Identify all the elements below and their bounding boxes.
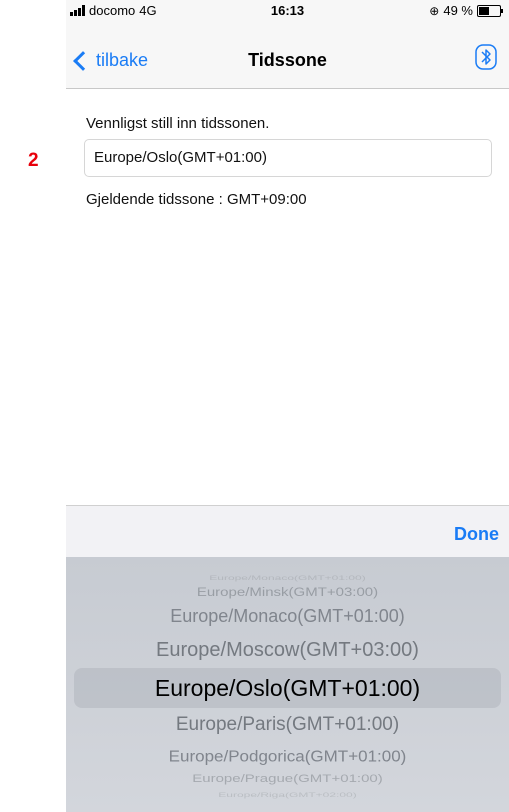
timezone-prompt: Vennligst still inn tidssonen. — [86, 115, 270, 132]
picker-toolbar: Done — [66, 505, 509, 558]
bluetooth-button[interactable] — [475, 44, 497, 75]
picker-option[interactable]: Europe/Paris(GMT+01:00) — [66, 714, 509, 736]
picker-option[interactable]: Europe/Podgorica(GMT+01:00) — [66, 748, 509, 766]
status-bar: docomo 4G 16:13 ⊕ 49 % — [66, 0, 509, 22]
page-title: Tidssone — [248, 50, 327, 70]
orientation-lock-icon: ⊕ — [429, 3, 440, 18]
battery-percent: 49 % — [443, 3, 473, 18]
current-timezone: Gjeldende tidssone : GMT+09:00 — [86, 191, 307, 208]
phone-screen: docomo 4G 16:13 ⊕ 49 % tilbake Tidssone … — [66, 0, 509, 812]
done-button[interactable]: Done — [454, 524, 499, 545]
timezone-field[interactable]: Europe/Oslo(GMT+01:00) — [84, 139, 492, 177]
picker-option[interactable]: Europe/Prague(GMT+01:00) — [66, 772, 509, 785]
picker-option[interactable]: Europe/Monaco(GMT+01:00) — [66, 574, 509, 582]
picker-option[interactable]: Europe/Moscow(GMT+03:00) — [66, 639, 509, 662]
picker-option[interactable]: Europe/Riga(GMT+02:00) — [66, 792, 509, 799]
battery-icon — [477, 4, 503, 17]
picker-option[interactable]: Europe/Minsk(GMT+03:00) — [66, 586, 509, 600]
navigation-bar: tilbake Tidssone — [66, 22, 509, 89]
bluetooth-icon — [475, 44, 497, 70]
timezone-picker[interactable]: Europe/Monaco(GMT+01:00) Europe/Minsk(GM… — [66, 557, 509, 812]
annotation-number: 2 — [28, 150, 39, 171]
current-timezone-label: Gjeldende tidssone : — [86, 191, 223, 208]
status-right: ⊕ 49 % — [429, 3, 503, 18]
current-timezone-value: GMT+09:00 — [226, 191, 307, 208]
picker-option[interactable]: Europe/Monaco(GMT+01:00) — [66, 606, 509, 627]
picker-option-selected[interactable]: Europe/Oslo(GMT+01:00) — [66, 675, 509, 702]
